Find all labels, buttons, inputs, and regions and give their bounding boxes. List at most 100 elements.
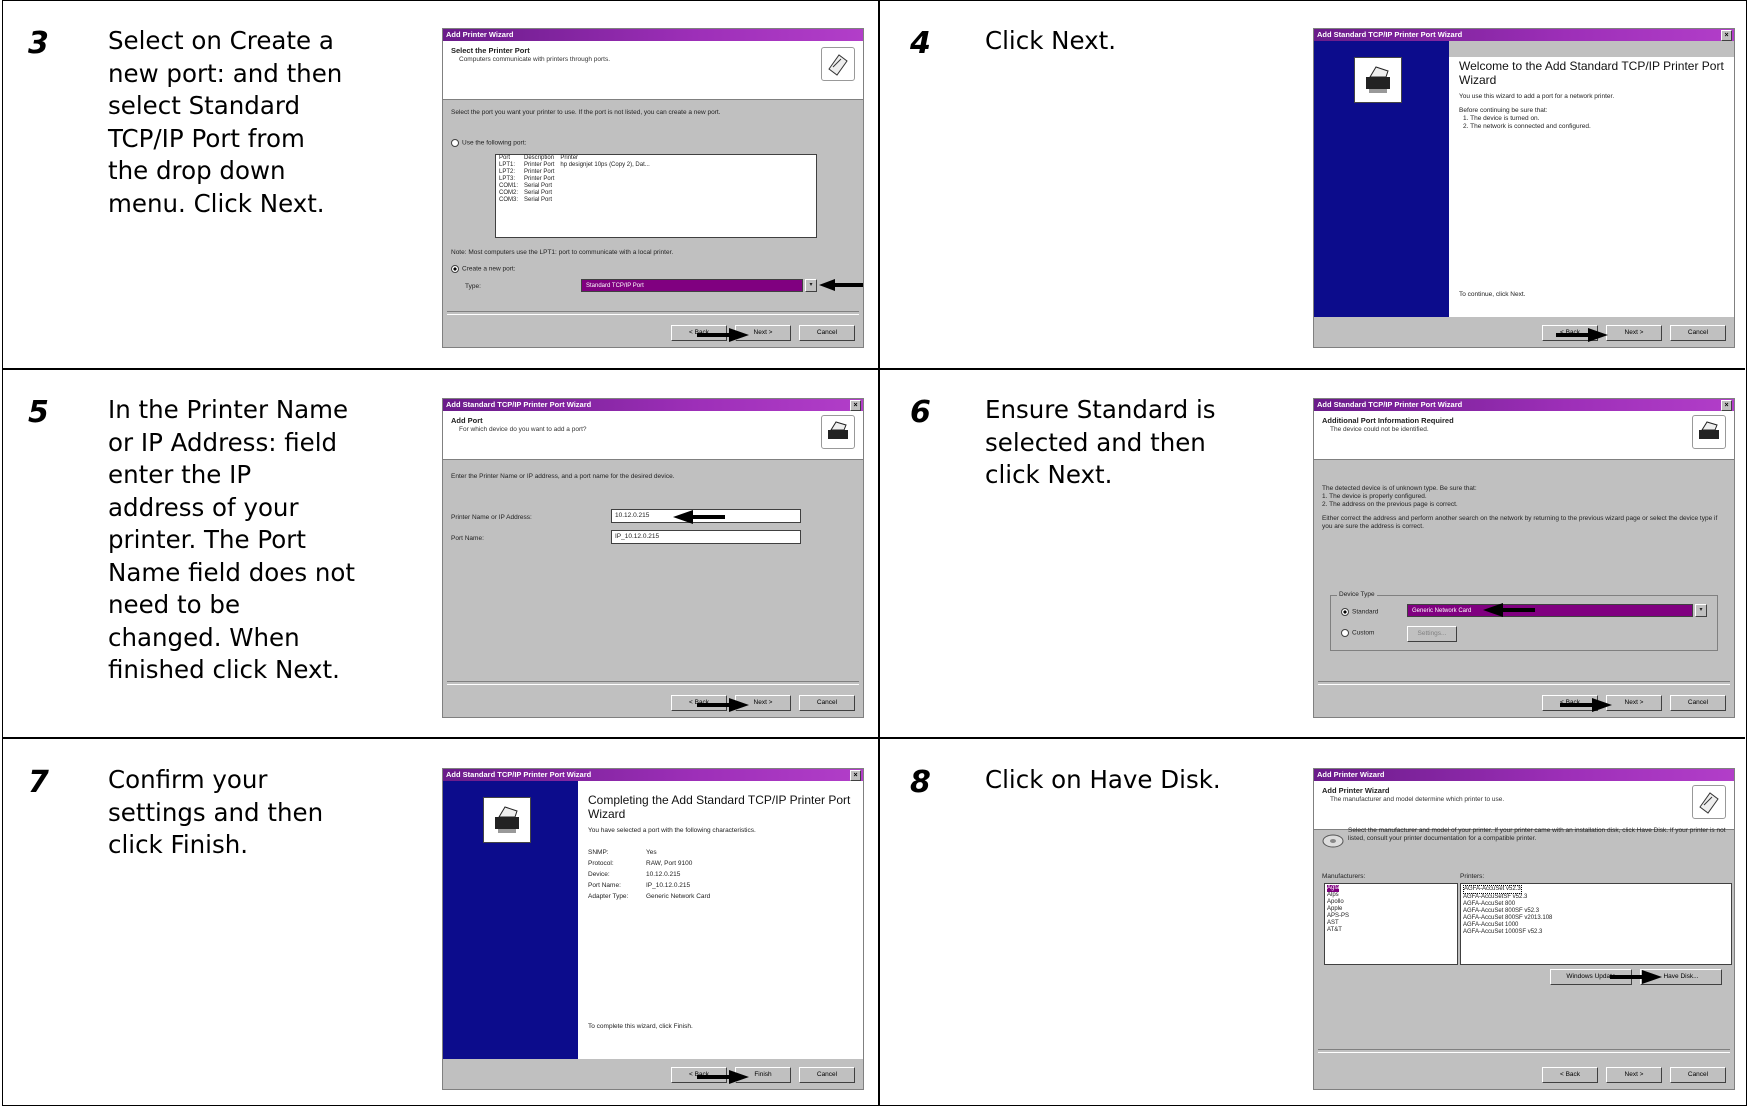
- next-button[interactable]: Next >: [1606, 1067, 1662, 1083]
- port-type-select[interactable]: Standard TCP/IP Port: [581, 279, 803, 292]
- header-title: Add Port: [451, 416, 483, 425]
- list-item[interactable]: AST: [1327, 920, 1455, 927]
- list-item[interactable]: AGFA-AccuSet 1000: [1463, 922, 1729, 929]
- disk-icon: [1322, 834, 1344, 848]
- kv-label: SNMP:: [588, 849, 609, 856]
- dialog-title: Add Standard TCP/IP Printer Port Wizard ×: [443, 769, 863, 781]
- manufacturers-list[interactable]: Agfa Alps Apollo Apple APS-PS AST AT&T: [1324, 883, 1458, 965]
- close-icon[interactable]: ×: [850, 770, 861, 781]
- pointer-arrow: [1556, 328, 1608, 342]
- radio-custom[interactable]: Custom: [1341, 629, 1374, 637]
- list-item[interactable]: Agfa: [1327, 885, 1340, 892]
- port-list[interactable]: Port Description Printer LPT1: Printer Port…: [495, 154, 817, 238]
- dialog-title-text: Add Standard TCP/IP Printer Port Wizard: [446, 400, 592, 409]
- next-button[interactable]: Next >: [1606, 325, 1662, 341]
- list-item[interactable]: AGFA-AccuSet 800: [1463, 901, 1729, 908]
- wizard-paragraph: Before continuing be sure that:: [1459, 107, 1548, 114]
- wizard-list-item: 1. The device is turned on.: [1463, 115, 1540, 122]
- device-type-group: Device Type Standard Generic Network Car…: [1330, 591, 1718, 651]
- column-header[interactable]: Description: [521, 155, 557, 162]
- list-item[interactable]: Apple: [1327, 906, 1455, 913]
- port-cell: COM2:: [499, 190, 519, 196]
- kv-label: Device:: [588, 871, 610, 878]
- column-header[interactable]: Printer: [557, 155, 652, 162]
- column-divider: [878, 0, 880, 1106]
- list-item[interactable]: AGFA-AccuSetSF v52.3: [1463, 894, 1729, 901]
- chevron-down-icon[interactable]: ▾: [1695, 604, 1707, 617]
- radio-button[interactable]: [1341, 629, 1349, 637]
- cancel-button[interactable]: Cancel: [1670, 1067, 1726, 1083]
- separator: [1318, 681, 1730, 685]
- port-characteristics: SNMP: Yes Protocol: RAW, Port 9100 Device:…: [588, 849, 853, 900]
- chevron-down-icon[interactable]: ▾: [805, 279, 817, 292]
- dialog-title: Add Standard TCP/IP Printer Port Wizard ×: [1314, 399, 1734, 411]
- button-row: < Back Next > Cancel: [1542, 1067, 1726, 1083]
- table-row[interactable]: LPT3: Printer Port: [496, 176, 653, 183]
- list-item[interactable]: AGFA-AccuSet 800SF v52.3: [1463, 908, 1729, 915]
- close-icon[interactable]: ×: [1721, 400, 1732, 411]
- wizard-side-banner: [443, 781, 578, 1059]
- row-divider: [2, 368, 1745, 370]
- back-button[interactable]: < Back: [1542, 1067, 1598, 1083]
- wizard-heading: Welcome to the Add Standard TCP/IP Print…: [1459, 59, 1724, 87]
- close-icon[interactable]: ×: [1721, 30, 1732, 41]
- device-type-select[interactable]: Generic Network Card: [1407, 604, 1693, 617]
- radio-button[interactable]: [451, 139, 459, 147]
- column-header[interactable]: Port: [496, 155, 521, 162]
- list-item[interactable]: Apollo: [1327, 899, 1455, 906]
- settings-button[interactable]: Settings...: [1407, 626, 1457, 642]
- cancel-button[interactable]: Cancel: [1670, 325, 1726, 341]
- list-item[interactable]: AGFA-AccuSet 1000SF v52.3: [1463, 929, 1729, 936]
- radio-standard[interactable]: Standard: [1341, 608, 1378, 616]
- separator: [447, 311, 859, 315]
- port-cell: COM1:: [499, 183, 519, 189]
- kv-label: Adapter Type:: [588, 893, 629, 900]
- port-cell: LPT1:: [499, 162, 516, 168]
- printers-list[interactable]: AGFA-AccuSet v52.3 AGFA-AccuSetSF v52.3 …: [1460, 883, 1732, 965]
- radio-button[interactable]: [1341, 608, 1349, 616]
- type-label: Type:: [465, 283, 481, 290]
- step-number: 3: [28, 26, 49, 61]
- cancel-button[interactable]: Cancel: [799, 325, 855, 341]
- table-row[interactable]: LPT2: Printer Port: [496, 169, 653, 176]
- cancel-button[interactable]: Cancel: [1670, 695, 1726, 711]
- radio-use-existing[interactable]: Use the following port:: [451, 139, 855, 148]
- cancel-button[interactable]: Cancel: [799, 695, 855, 711]
- kv-value: IP_10.12.0.215: [646, 882, 691, 889]
- description-cell: Serial Port: [524, 197, 553, 203]
- port-note: Note: Most computers use the LPT1: port …: [451, 249, 674, 256]
- description-cell: Printer Port: [524, 169, 555, 175]
- pointer-arrow: [697, 698, 749, 712]
- list-item[interactable]: AGFA-AccuSet v52.3: [1463, 885, 1522, 894]
- pointer-arrow: [1610, 970, 1662, 984]
- header-subtitle: The manufacturer and model determine whi…: [1330, 796, 1505, 803]
- table-row[interactable]: COM1: Serial Port: [496, 183, 653, 190]
- port-name-field[interactable]: IP_10.12.0.215: [611, 530, 801, 544]
- list-item[interactable]: Alps: [1327, 892, 1455, 899]
- list-item[interactable]: AT&T: [1327, 927, 1455, 934]
- ip-address-label: Printer Name or IP Address:: [451, 514, 532, 521]
- step-number: 7: [28, 765, 49, 800]
- dialog-header: Add Port For which device do you want to…: [443, 411, 863, 460]
- description-cell: Printer Port: [524, 162, 555, 168]
- table-row[interactable]: LPT1: Printer Port hp designjet 10ps (Copy…: [496, 162, 653, 169]
- row-divider: [2, 737, 1745, 739]
- port-cell: LPT2:: [499, 169, 516, 175]
- list-item[interactable]: APS-PS: [1327, 913, 1455, 920]
- cancel-button[interactable]: Cancel: [799, 1067, 855, 1083]
- table-row[interactable]: COM2: Serial Port: [496, 190, 653, 197]
- kv-value: Yes: [646, 849, 657, 856]
- list-item[interactable]: AGFA-AccuSet 800SF v2013.108: [1463, 915, 1729, 922]
- add-printer-driver-dialog: Add Printer Wizard Add Printer Wizard Th…: [1313, 768, 1735, 1090]
- pointer-arrow: [819, 279, 863, 291]
- pointer-arrow: [697, 1070, 749, 1084]
- next-button[interactable]: Next >: [1606, 695, 1662, 711]
- printer-icon: [483, 797, 531, 843]
- close-icon[interactable]: ×: [850, 400, 861, 411]
- dialog-title: Add Printer Wizard: [1314, 769, 1734, 781]
- radio-create-new[interactable]: Create a new port:: [451, 265, 855, 274]
- add-printer-wizard-dialog: Add Printer Wizard Select the Printer Po…: [442, 28, 864, 348]
- radio-button[interactable]: [451, 265, 459, 273]
- wizard-list-item: 2. The network is connected and configur…: [1463, 123, 1591, 130]
- table-row[interactable]: COM3: Serial Port: [496, 197, 653, 204]
